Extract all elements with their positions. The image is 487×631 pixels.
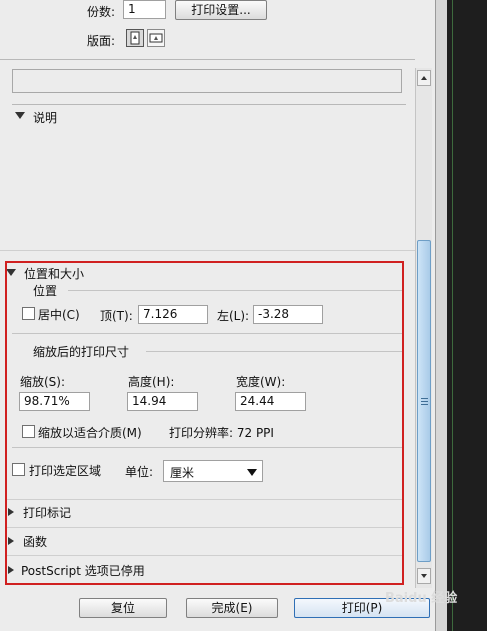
grip-line <box>421 404 428 405</box>
scroll-down-icon <box>421 574 427 578</box>
height-input[interactable]: 14.94 <box>127 392 198 411</box>
print-settings-button[interactable]: 打印设置... <box>175 0 267 20</box>
copies-input[interactable]: 1 <box>123 0 166 19</box>
scale-label: 缩放(S): <box>20 375 66 389</box>
divider <box>0 59 415 60</box>
portrait-icon <box>130 31 140 45</box>
canvas-guide-line <box>452 0 453 631</box>
divider <box>5 527 404 528</box>
chevron-down-icon <box>247 469 257 476</box>
scaled-size-group-title: 缩放后的打印尺寸 <box>33 345 130 359</box>
copies-label: 份数: <box>87 5 116 19</box>
width-input[interactable]: 24.44 <box>235 392 306 411</box>
left-label: 左(L): <box>217 309 250 323</box>
width-label: 宽度(W): <box>236 375 286 389</box>
portrait-orientation-button[interactable] <box>126 29 144 47</box>
reset-button[interactable]: 复位 <box>79 598 167 618</box>
section-position-size-title[interactable]: 位置和大小 <box>24 265 84 282</box>
landscape-icon <box>149 33 163 43</box>
divider <box>5 555 404 556</box>
section-print-marks-title[interactable]: 打印标记 <box>23 504 71 521</box>
grip-line <box>421 398 428 399</box>
unit-select-value: 厘米 <box>170 466 195 480</box>
layout-label: 版面: <box>87 34 116 48</box>
fit-media-label: 缩放以适合介质(M) <box>38 426 142 440</box>
expand-arrow-icon[interactable] <box>15 112 25 119</box>
group-line <box>146 351 403 352</box>
section-functions-title[interactable]: 函数 <box>23 533 47 550</box>
done-button[interactable]: 完成(E) <box>186 598 278 618</box>
section-description-title[interactable]: 说明 <box>33 109 57 126</box>
collapse-arrow-icon[interactable] <box>8 537 14 545</box>
scrollbar-thumb[interactable] <box>417 240 431 562</box>
height-label: 高度(H): <box>128 375 175 389</box>
divider <box>12 104 406 105</box>
group-line <box>68 290 403 291</box>
fit-media-checkbox[interactable] <box>22 425 35 438</box>
background-canvas <box>447 0 487 631</box>
collapse-arrow-icon[interactable] <box>8 566 14 574</box>
left-input[interactable]: -3.28 <box>253 305 323 324</box>
scroll-down-button[interactable] <box>417 568 431 584</box>
unit-label: 单位: <box>125 465 154 479</box>
center-checkbox[interactable] <box>22 307 35 320</box>
print-selected-area-checkbox[interactable] <box>12 463 25 476</box>
top-input[interactable]: 7.126 <box>138 305 208 324</box>
center-label: 居中(C) <box>38 308 80 322</box>
scale-input[interactable]: 98.71% <box>19 392 90 411</box>
section-postscript-title[interactable]: PostScript 选项已停用 <box>21 562 145 579</box>
info-box <box>12 69 402 93</box>
divider <box>0 250 415 251</box>
vertical-scrollbar[interactable] <box>415 68 432 588</box>
grip-line <box>421 401 428 402</box>
print-selected-area-label: 打印选定区域 <box>29 464 102 478</box>
watermark-text: Baidu 经验 <box>385 591 458 606</box>
collapse-arrow-icon[interactable] <box>8 508 14 516</box>
expand-arrow-icon[interactable] <box>6 269 16 276</box>
print-resolution-text: 打印分辨率: 72 PPI <box>169 426 274 440</box>
scroll-up-icon <box>421 76 427 80</box>
scroll-up-button[interactable] <box>417 70 431 86</box>
group-line <box>12 447 403 448</box>
divider <box>5 499 404 500</box>
landscape-orientation-button[interactable] <box>147 29 165 47</box>
position-group-title: 位置 <box>33 284 58 298</box>
unit-select[interactable]: 厘米 <box>163 460 263 482</box>
top-label: 顶(T): <box>100 309 133 323</box>
group-line <box>12 333 403 334</box>
